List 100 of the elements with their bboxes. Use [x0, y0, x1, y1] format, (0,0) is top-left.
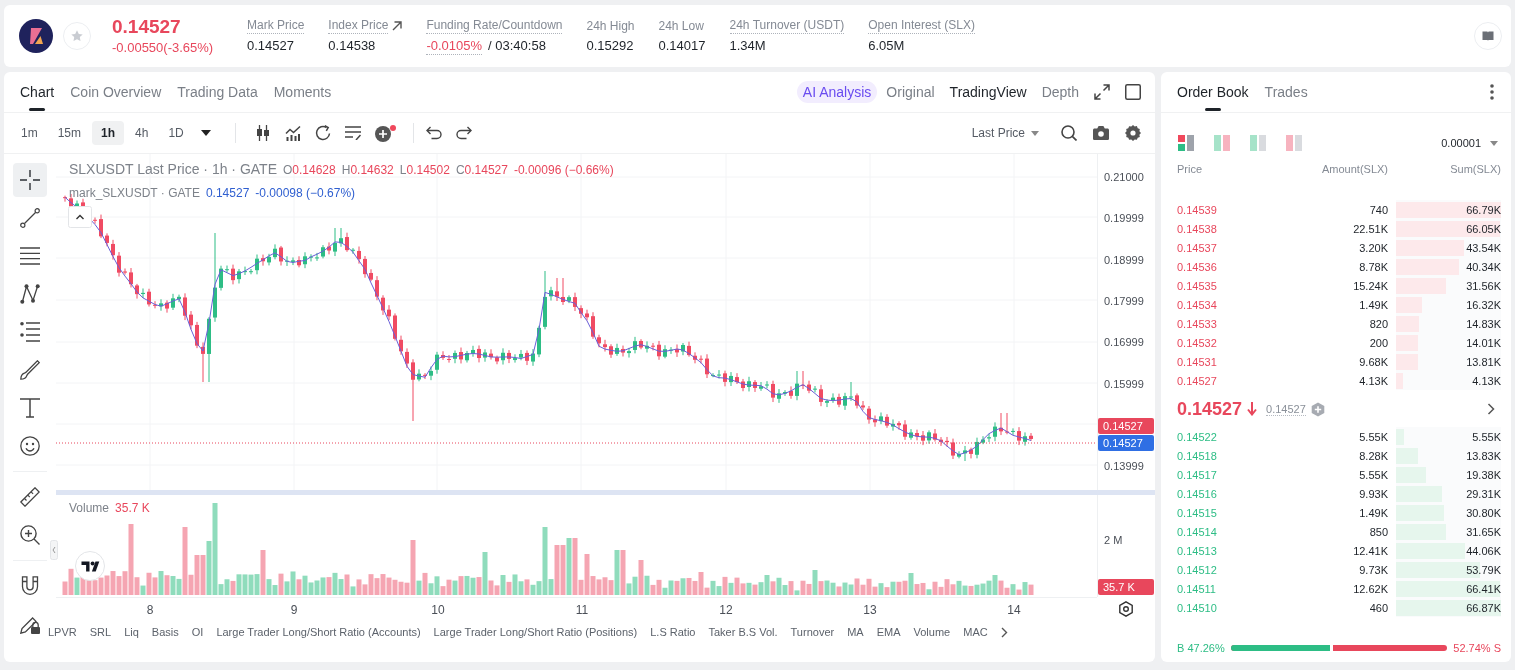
bid-sum: 19.38K	[1466, 468, 1501, 481]
ask-amount: 22.51K	[1352, 222, 1388, 235]
coin-logo-icon[interactable]	[19, 19, 53, 53]
ask-price: 0.14534	[1177, 298, 1218, 311]
view-tab[interactable]: TradingView	[949, 84, 1027, 100]
indicator-link[interactable]: EMA	[876, 626, 901, 638]
horizontal-lines-icon[interactable]	[20, 246, 40, 266]
ask-amount: 740	[1368, 203, 1388, 216]
interval-button[interactable]: 4h	[126, 121, 158, 145]
zigzag-nodes-icon[interactable]	[20, 284, 40, 304]
view-tab[interactable]: Original	[886, 84, 935, 100]
candlestick-icon[interactable]	[254, 125, 271, 141]
bid-amount: 12.41K	[1352, 544, 1388, 557]
indicator-chart-icon[interactable]	[284, 125, 301, 141]
indicator-link[interactable]: L.S Ratio	[650, 626, 696, 638]
magnet-icon[interactable]	[20, 576, 40, 596]
settings-icon[interactable]	[1125, 125, 1141, 141]
ask-sum: 66.05K	[1466, 222, 1501, 235]
pencil-lock-icon[interactable]	[20, 614, 40, 634]
indicator-link[interactable]: Basis	[151, 626, 179, 638]
price-axis-label: 0.17999	[1104, 294, 1144, 308]
interval-button[interactable]: 1m	[12, 121, 47, 145]
stat-label: Funding Rate/Countdown	[426, 18, 563, 34]
chart-tab[interactable]: Chart	[20, 72, 55, 112]
ruler-icon[interactable]	[20, 487, 40, 507]
price-source-dropdown[interactable]: Last Price	[971, 126, 1039, 140]
mark-price: 0.14527	[1266, 402, 1306, 416]
bid-sum: 44.06K	[1466, 544, 1501, 557]
indicator-link[interactable]: Turnover	[790, 626, 835, 638]
ask-amount: 820	[1368, 317, 1388, 330]
crosshair-icon[interactable]	[13, 163, 47, 197]
more-icon[interactable]	[1490, 84, 1494, 100]
redo-icon[interactable]	[455, 126, 472, 140]
volume-tag: 35.7 K	[1098, 579, 1154, 595]
bid-sum: 5.55K	[1472, 430, 1501, 443]
expand-icon[interactable]	[1094, 84, 1110, 100]
plus-circle-icon[interactable]	[374, 124, 396, 142]
funding-countdown: / 03:40:58	[488, 38, 546, 54]
indicator-link[interactable]: LPVR	[48, 626, 77, 638]
interval-button[interactable]: 15m	[48, 121, 90, 145]
interval-button[interactable]: 1h	[92, 121, 125, 145]
date-axis-label: 10	[431, 603, 445, 617]
indicator-link[interactable]: Large Trader Long/Short Ratio (Positions)	[433, 626, 638, 638]
volume-value: 35.7 K	[115, 501, 150, 515]
bid-sum: 31.65K	[1466, 525, 1501, 538]
chart-tab[interactable]: Trading Data	[177, 72, 258, 112]
order-book-tab[interactable]: Trades	[1264, 72, 1308, 112]
view-tab[interactable]: Depth	[1041, 84, 1079, 100]
line-tool-icon[interactable]	[20, 208, 40, 228]
indicator-link[interactable]: Taker B.S Vol.	[708, 626, 778, 638]
mark-price-value: 0.14527	[205, 186, 250, 200]
bid-amount: 9.73K	[1358, 563, 1388, 576]
stat-value: 0.15292	[586, 38, 634, 54]
camera-icon[interactable]	[1093, 126, 1109, 140]
precision-dropdown[interactable]: 0.00001	[1441, 137, 1498, 149]
stat-label: Index Price	[328, 18, 389, 34]
order-book-tab[interactable]: Order Book	[1177, 72, 1249, 112]
smiley-icon[interactable]	[20, 436, 40, 456]
indicator-link[interactable]: Liq	[124, 626, 139, 638]
indicator-link[interactable]: SRL	[89, 626, 112, 638]
caret-down-icon[interactable]	[200, 130, 211, 136]
undo-icon[interactable]	[425, 126, 442, 140]
indicator-link[interactable]: MAC	[963, 626, 988, 638]
chart-tab[interactable]: Moments	[273, 72, 332, 112]
date-axis-label: 13	[863, 603, 877, 617]
brush-icon[interactable]	[20, 360, 40, 380]
indicator-link[interactable]: Large Trader Long/Short Ratio (Accounts)	[216, 626, 421, 638]
chevron-up-icon[interactable]	[68, 206, 92, 228]
ask-price: 0.14532	[1177, 336, 1218, 349]
tradingview-logo-icon[interactable]	[75, 551, 105, 581]
search-icon[interactable]	[1061, 125, 1077, 141]
book-icon[interactable]	[1474, 22, 1502, 50]
bid-amount: 8.28K	[1358, 449, 1388, 462]
arrow-up-right-icon[interactable]	[392, 21, 403, 31]
dotted-levels-icon[interactable]	[20, 322, 40, 342]
stat-label: 24h High	[586, 18, 635, 34]
price-axis-label: 0.18999	[1104, 252, 1144, 267]
interval-button[interactable]: 1D	[159, 121, 193, 145]
both-sides-layout-icon[interactable]	[1178, 135, 1194, 151]
text-tool-icon[interactable]	[20, 398, 40, 418]
square-icon[interactable]	[1125, 84, 1141, 100]
zoom-in-icon[interactable]	[20, 525, 40, 545]
stat-value: 0.14538	[328, 38, 376, 54]
lines-icon[interactable]	[344, 126, 361, 140]
chevron-right-icon[interactable]	[1487, 403, 1495, 415]
stat-label: 24h Turnover (USDT)	[729, 18, 845, 34]
indicator-link[interactable]: MA	[847, 626, 864, 638]
bid-sum: 30.80K	[1466, 506, 1501, 519]
ask-sum: 43.54K	[1466, 241, 1501, 254]
volume-label: Volume	[69, 501, 110, 515]
sell-ratio: 52.74% S	[1453, 642, 1501, 654]
indicator-link[interactable]: OI	[191, 626, 204, 638]
chevron-right-icon[interactable]	[1000, 626, 1008, 638]
ai-analysis-button[interactable]: AI Analysis	[796, 81, 878, 103]
ask-amount: 4.13K	[1358, 374, 1388, 387]
chart-tab[interactable]: Coin Overview	[70, 72, 162, 112]
hexagon-settings-icon[interactable]	[1118, 601, 1134, 617]
indicator-link[interactable]: Volume	[913, 626, 951, 638]
ask-amount: 9.68K	[1358, 355, 1388, 368]
circular-arrow-icon[interactable]	[314, 125, 331, 141]
